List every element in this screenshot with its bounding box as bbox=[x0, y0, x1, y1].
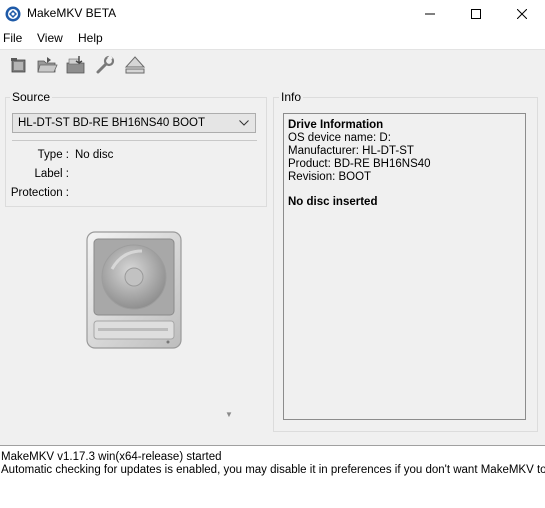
preferences-button[interactable] bbox=[93, 53, 117, 77]
close-button[interactable] bbox=[499, 0, 545, 27]
eject-icon bbox=[124, 56, 146, 74]
scroll-down-indicator: ▼ bbox=[225, 410, 233, 419]
title-bar[interactable]: MakeMKV BETA bbox=[0, 0, 545, 27]
log-line: Automatic checking for updates is enable… bbox=[1, 464, 545, 476]
makemkv-app-icon bbox=[5, 6, 21, 22]
drive-information-heading: Drive Information bbox=[288, 119, 384, 131]
product: Product: BD-RE BH16NS40 bbox=[288, 158, 431, 170]
maximize-icon bbox=[471, 8, 481, 19]
drive-select[interactable]: HL-DT-ST BD-RE BH16NS40 BOOT bbox=[12, 113, 256, 133]
save-to-mkv-icon bbox=[66, 56, 85, 74]
optical-drive-icon bbox=[84, 229, 186, 356]
menu-file[interactable]: File bbox=[3, 31, 22, 45]
menu-bar: File View Help bbox=[0, 27, 545, 49]
manufacturer: Manufacturer: HL-DT-ST bbox=[288, 145, 414, 157]
label-label: Label : bbox=[34, 168, 69, 180]
source-group-title: Source bbox=[10, 90, 53, 104]
log-line: MakeMKV v1.17.3 win(x64-release) started bbox=[1, 451, 222, 463]
drive-select-value: HL-DT-ST BD-RE BH16NS40 BOOT bbox=[18, 117, 206, 129]
info-panel[interactable]: Drive Information OS device name: D: Man… bbox=[283, 113, 526, 420]
source-separator bbox=[12, 140, 257, 141]
eject-button[interactable] bbox=[123, 53, 147, 77]
minimize-icon bbox=[425, 13, 435, 14]
log-panel[interactable]: MakeMKV v1.17.3 win(x64-release) started… bbox=[0, 445, 545, 508]
disc-status: No disc inserted bbox=[288, 196, 378, 208]
info-group-title: Info bbox=[279, 90, 304, 104]
open-disc-button[interactable] bbox=[7, 53, 31, 77]
toolbar bbox=[0, 49, 545, 81]
preferences-wrench-icon bbox=[96, 55, 115, 74]
save-to-mkv-button[interactable] bbox=[64, 53, 88, 77]
menu-view[interactable]: View bbox=[37, 31, 63, 45]
minimize-button[interactable] bbox=[407, 0, 453, 27]
revision: Revision: BOOT bbox=[288, 171, 372, 183]
maximize-button[interactable] bbox=[453, 0, 499, 27]
type-value: No disc bbox=[75, 149, 114, 161]
close-icon bbox=[517, 8, 527, 19]
open-files-icon bbox=[37, 57, 58, 73]
window-title: MakeMKV BETA bbox=[27, 6, 117, 20]
os-device-name: OS device name: D: bbox=[288, 132, 391, 144]
open-disc-icon bbox=[11, 58, 26, 73]
menu-help[interactable]: Help bbox=[78, 31, 103, 45]
chevron-down-icon bbox=[239, 120, 249, 126]
protection-label: Protection : bbox=[10, 187, 69, 199]
open-files-button[interactable] bbox=[35, 53, 59, 77]
type-label: Type : bbox=[37, 149, 69, 161]
